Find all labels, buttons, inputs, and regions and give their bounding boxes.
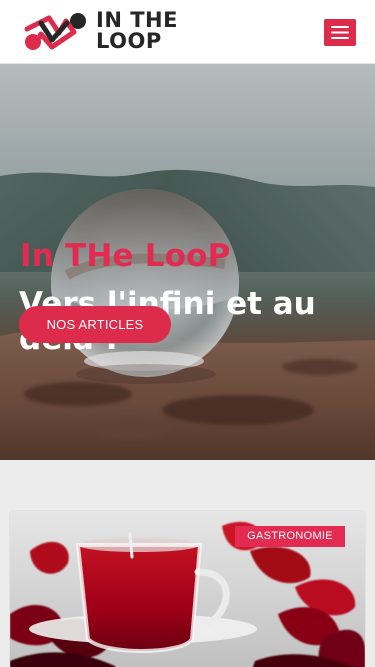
site-header: IN THE LOOP: [0, 0, 375, 64]
articles-section: GASTRONOMIE: [0, 460, 375, 667]
brand-line-two: LOOP: [96, 29, 162, 53]
category-badge-gastronomie[interactable]: GASTRONOMIE: [235, 526, 345, 547]
article-card[interactable]: GASTRONOMIE: [10, 511, 365, 667]
brand-logo-icon[interactable]: [21, 9, 91, 55]
brand-wordmark[interactable]: IN THE LOOP: [96, 10, 186, 52]
hamburger-menu-icon: [331, 26, 349, 39]
nos-articles-button[interactable]: NOS ARTICLES: [19, 306, 171, 343]
brand-line-one: IN THE: [96, 8, 178, 32]
menu-button[interactable]: [324, 19, 356, 46]
hero-section: In THe LooP Vers l'infini et au delà ! N…: [0, 64, 375, 460]
hero-kicker: In THe LooP: [20, 238, 231, 274]
